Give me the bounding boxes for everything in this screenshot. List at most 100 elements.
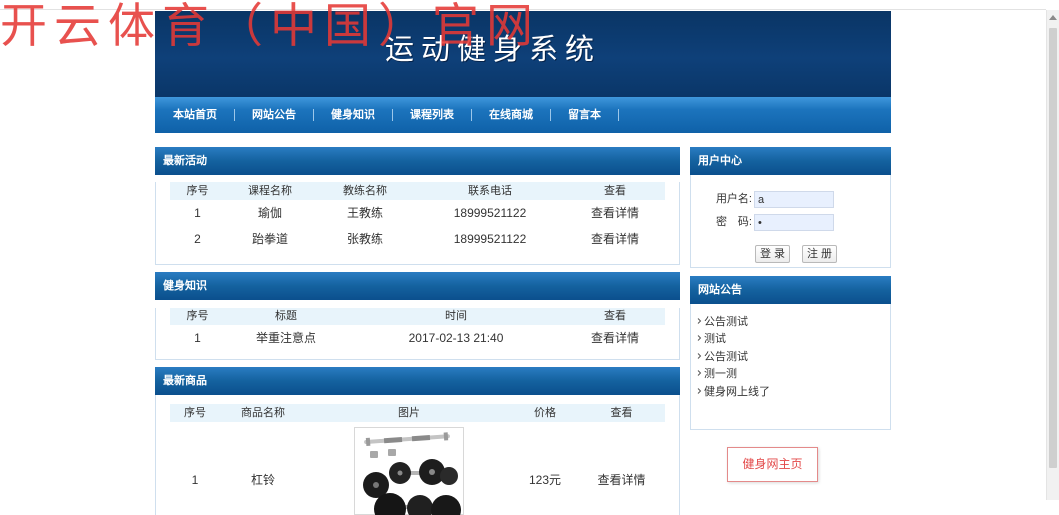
table-header-row: 序号 课程名称 教练名称 联系电话 查看 bbox=[170, 182, 665, 200]
vertical-scrollbar[interactable] bbox=[1046, 10, 1059, 500]
nav-separator bbox=[471, 109, 472, 121]
chevron-right-icon bbox=[697, 352, 702, 359]
activities-table: 序号 课程名称 教练名称 联系电话 查看 1 瑜伽 王教练 1899952112… bbox=[170, 182, 665, 252]
list-item[interactable]: 健身网上线了 bbox=[691, 382, 890, 400]
coach-name: 王教练 bbox=[346, 206, 383, 220]
table-row: 1 举重注意点 2017-02-13 21:40 查看详情 bbox=[170, 325, 665, 351]
course-name: 跆拳道 bbox=[251, 232, 288, 246]
latest-products-panel: 序号 商品名称 图片 价格 查看 1 杠铃 123元 查看详情 bbox=[155, 395, 680, 515]
product-name: 杠铃 bbox=[250, 473, 275, 487]
announcements-list: 公告测试 测试 公告测试 测一测 健身网上线了 bbox=[690, 304, 891, 430]
row-number: 2 bbox=[194, 232, 201, 246]
row-number: 1 bbox=[191, 473, 199, 487]
list-item[interactable]: 公告测试 bbox=[691, 312, 890, 330]
list-item[interactable]: 公告测试 bbox=[691, 347, 890, 365]
column-header-image: 图片 bbox=[306, 404, 512, 422]
login-form: 用户名: 密 码: 登 录 注 册 bbox=[690, 175, 891, 268]
article-time: 2017-02-13 21:40 bbox=[408, 331, 504, 345]
product-image-cell bbox=[306, 422, 512, 515]
table-header-row: 序号 标题 时间 查看 bbox=[170, 308, 665, 325]
view-cell: 查看详情 bbox=[578, 422, 665, 515]
barbell-product-image[interactable] bbox=[354, 427, 464, 515]
fitness-home-link[interactable]: 健身网主页 bbox=[727, 447, 818, 482]
announcement-link[interactable]: 公告测试 bbox=[704, 348, 748, 364]
panel-title-fitness-knowledge: 健身知识 bbox=[155, 272, 680, 300]
column-header-course: 课程名称 bbox=[225, 182, 315, 200]
column-header-number: 序号 bbox=[170, 308, 225, 325]
announcement-link[interactable]: 公告测试 bbox=[704, 313, 748, 329]
view-cell: 查看详情 bbox=[565, 325, 665, 351]
table-row: 1 杠铃 123元 查看详情 bbox=[170, 422, 665, 515]
column-header-view: 查看 bbox=[565, 308, 665, 325]
nav-separator bbox=[392, 109, 393, 121]
announcement-link[interactable]: 测一测 bbox=[704, 365, 737, 381]
nav-separator bbox=[234, 109, 235, 121]
view-details-link[interactable]: 查看详情 bbox=[591, 206, 639, 220]
column-header-time: 时间 bbox=[347, 308, 565, 325]
site-header: 运动健身系统 bbox=[155, 11, 891, 97]
table-header-row: 序号 商品名称 图片 价格 查看 bbox=[170, 404, 665, 422]
table-row: 2 跆拳道 张教练 18999521122 查看详情 bbox=[170, 226, 665, 252]
username-label: 用户名: bbox=[715, 193, 752, 205]
column-header-number: 序号 bbox=[170, 404, 220, 422]
sidebar: 用户中心 用户名: 密 码: 登 录 注 册 网站公告 公告测试 测试 公告测试… bbox=[690, 147, 891, 482]
site-title: 运动健身系统 bbox=[385, 32, 602, 66]
column-header-product-name: 商品名称 bbox=[220, 404, 306, 422]
password-field[interactable] bbox=[754, 214, 834, 231]
nav-separator bbox=[313, 109, 314, 121]
nav-separator bbox=[618, 109, 619, 121]
row-number: 1 bbox=[194, 331, 201, 345]
panel-title-announcements: 网站公告 bbox=[690, 276, 891, 304]
scroll-up-arrow-icon[interactable] bbox=[1049, 15, 1057, 20]
knowledge-table: 序号 标题 时间 查看 1 举重注意点 2017-02-13 21:40 查看详… bbox=[170, 308, 665, 351]
login-button[interactable]: 登 录 bbox=[755, 245, 790, 263]
scrollbar-thumb[interactable] bbox=[1049, 28, 1057, 468]
view-details-link[interactable]: 查看详情 bbox=[597, 473, 645, 487]
contact-phone: 18999521122 bbox=[453, 206, 527, 220]
nav-item-fitness-knowledge[interactable]: 健身知识 bbox=[331, 108, 375, 122]
coach-name: 张教练 bbox=[346, 232, 383, 246]
chevron-right-icon bbox=[697, 335, 702, 342]
announcement-link[interactable]: 测试 bbox=[704, 330, 726, 346]
nav-separator bbox=[550, 109, 551, 121]
latest-activities-panel: 序号 课程名称 教练名称 联系电话 查看 1 瑜伽 王教练 1899952112… bbox=[155, 182, 680, 265]
username-field[interactable] bbox=[754, 191, 834, 208]
panel-title-latest-products: 最新商品 bbox=[155, 367, 680, 395]
fitness-knowledge-panel: 序号 标题 时间 查看 1 举重注意点 2017-02-13 21:40 查看详… bbox=[155, 308, 680, 360]
column-header-title: 标题 bbox=[225, 308, 347, 325]
product-price: 123元 bbox=[528, 473, 562, 487]
list-item[interactable]: 测一测 bbox=[691, 365, 890, 383]
main-column: 最新活动 序号 课程名称 教练名称 联系电话 查看 1 瑜伽 王教练 18999… bbox=[155, 147, 680, 515]
column-header-phone: 联系电话 bbox=[415, 182, 565, 200]
password-label: 密 码: bbox=[715, 216, 752, 228]
main-nav: 本站首页 网站公告 健身知识 课程列表 在线商城 留言本 bbox=[155, 97, 891, 133]
table-row: 1 瑜伽 王教练 18999521122 查看详情 bbox=[170, 200, 665, 226]
list-item[interactable]: 测试 bbox=[691, 330, 890, 348]
column-header-price: 价格 bbox=[512, 404, 578, 422]
register-button[interactable]: 注 册 bbox=[802, 245, 837, 263]
browser-top-border bbox=[0, 9, 1046, 10]
view-details-link[interactable]: 查看详情 bbox=[591, 331, 639, 345]
panel-title-latest-activities: 最新活动 bbox=[155, 147, 680, 175]
nav-item-course-list[interactable]: 课程列表 bbox=[410, 108, 454, 122]
chevron-right-icon bbox=[697, 370, 702, 377]
column-header-number: 序号 bbox=[170, 182, 225, 200]
row-number: 1 bbox=[194, 206, 201, 220]
view-cell: 查看详情 bbox=[565, 226, 665, 252]
view-cell: 查看详情 bbox=[565, 200, 665, 226]
column-header-view: 查看 bbox=[565, 182, 665, 200]
chevron-right-icon bbox=[697, 317, 702, 324]
announcement-link[interactable]: 健身网上线了 bbox=[704, 383, 770, 399]
article-title: 举重注意点 bbox=[255, 331, 316, 345]
panel-title-user-center: 用户中心 bbox=[690, 147, 891, 175]
contact-phone: 18999521122 bbox=[453, 232, 527, 246]
view-details-link[interactable]: 查看详情 bbox=[591, 232, 639, 246]
chevron-right-icon bbox=[697, 387, 702, 394]
nav-item-online-store[interactable]: 在线商城 bbox=[489, 108, 533, 122]
column-header-coach: 教练名称 bbox=[315, 182, 415, 200]
products-table: 序号 商品名称 图片 价格 查看 1 杠铃 123元 查看详情 bbox=[170, 404, 665, 515]
column-header-view: 查看 bbox=[578, 404, 665, 422]
nav-item-announcements[interactable]: 网站公告 bbox=[252, 108, 296, 122]
nav-item-home[interactable]: 本站首页 bbox=[173, 108, 217, 122]
nav-item-guestbook[interactable]: 留言本 bbox=[568, 108, 601, 122]
